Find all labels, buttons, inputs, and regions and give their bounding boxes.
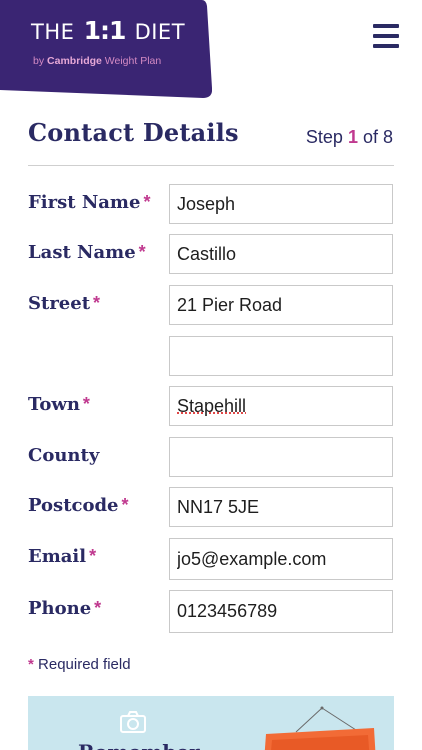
required-asterisk: *	[94, 598, 102, 618]
email-label: Email *	[28, 546, 96, 567]
required-asterisk: *	[121, 495, 129, 515]
street-label-text: Street	[28, 293, 91, 314]
logo-tagline-prefix: by	[33, 55, 45, 67]
hamburger-menu-icon[interactable]	[373, 24, 399, 48]
menu-bar-middle	[373, 34, 399, 38]
brand-logo[interactable]: THE 1:1 DIET	[31, 16, 185, 45]
county-label: County	[28, 445, 99, 466]
last-name-label: Last Name *	[28, 242, 146, 263]
postcode-label-text: Postcode	[28, 495, 119, 516]
logo-tagline-suffix: Weight Plan	[104, 55, 162, 67]
required-asterisk: *	[138, 242, 146, 262]
postcode-label: Postcode *	[28, 495, 129, 516]
step-suffix: of 8	[362, 127, 393, 147]
postcode-input[interactable]	[169, 487, 393, 527]
phone-input[interactable]	[169, 590, 393, 633]
town-label-text: Town	[28, 394, 80, 415]
town-input-value: Stapehill	[177, 396, 247, 416]
required-asterisk: *	[93, 293, 101, 313]
logo-tagline-brand: Cambridge	[47, 55, 102, 67]
menu-bar-bottom	[373, 44, 399, 48]
page-title: Contact Details	[28, 118, 239, 147]
last-name-label-text: Last Name	[28, 242, 136, 263]
title-divider	[28, 165, 394, 166]
menu-bar-top	[373, 24, 399, 28]
first-name-label-text: First Name	[28, 192, 141, 213]
required-field-note-text: Required field	[38, 656, 131, 673]
email-label-text: Email	[28, 546, 87, 567]
town-label: Town *	[28, 394, 90, 415]
phone-label-text: Phone	[28, 598, 92, 619]
email-input[interactable]	[169, 538, 393, 580]
required-field-note: * Required field	[28, 656, 131, 673]
logo-ratio: 1:1	[83, 16, 127, 45]
required-asterisk: *	[143, 192, 151, 212]
logo-background	[0, 0, 212, 98]
logo-tagline: by Cambridge Weight Plan	[33, 55, 161, 67]
street-label: Street *	[28, 293, 100, 314]
promo-banner[interactable]: Remember	[28, 696, 394, 750]
last-name-input[interactable]	[169, 234, 393, 274]
street-input[interactable]	[169, 285, 393, 325]
step-current: 1	[347, 127, 358, 147]
county-label-text: County	[28, 445, 100, 466]
camera-icon	[120, 711, 146, 733]
step-indicator: Step 1 of 8	[306, 127, 393, 148]
street-line-2-input[interactable]	[169, 336, 393, 376]
county-input[interactable]	[169, 437, 393, 477]
first-name-input[interactable]	[169, 184, 393, 224]
logo-word-the: THE	[31, 20, 75, 44]
promo-heading: Remember	[78, 740, 200, 750]
logo-word-diet: DIET	[134, 20, 186, 44]
step-prefix: Step	[305, 127, 343, 147]
hanging-frame-illustration	[264, 706, 376, 750]
required-asterisk: *	[89, 546, 97, 566]
first-name-label: First Name *	[28, 192, 150, 213]
phone-label: Phone *	[28, 598, 101, 619]
required-asterisk: *	[28, 656, 34, 673]
town-input[interactable]: Stapehill	[169, 386, 393, 426]
required-asterisk: *	[82, 394, 90, 414]
